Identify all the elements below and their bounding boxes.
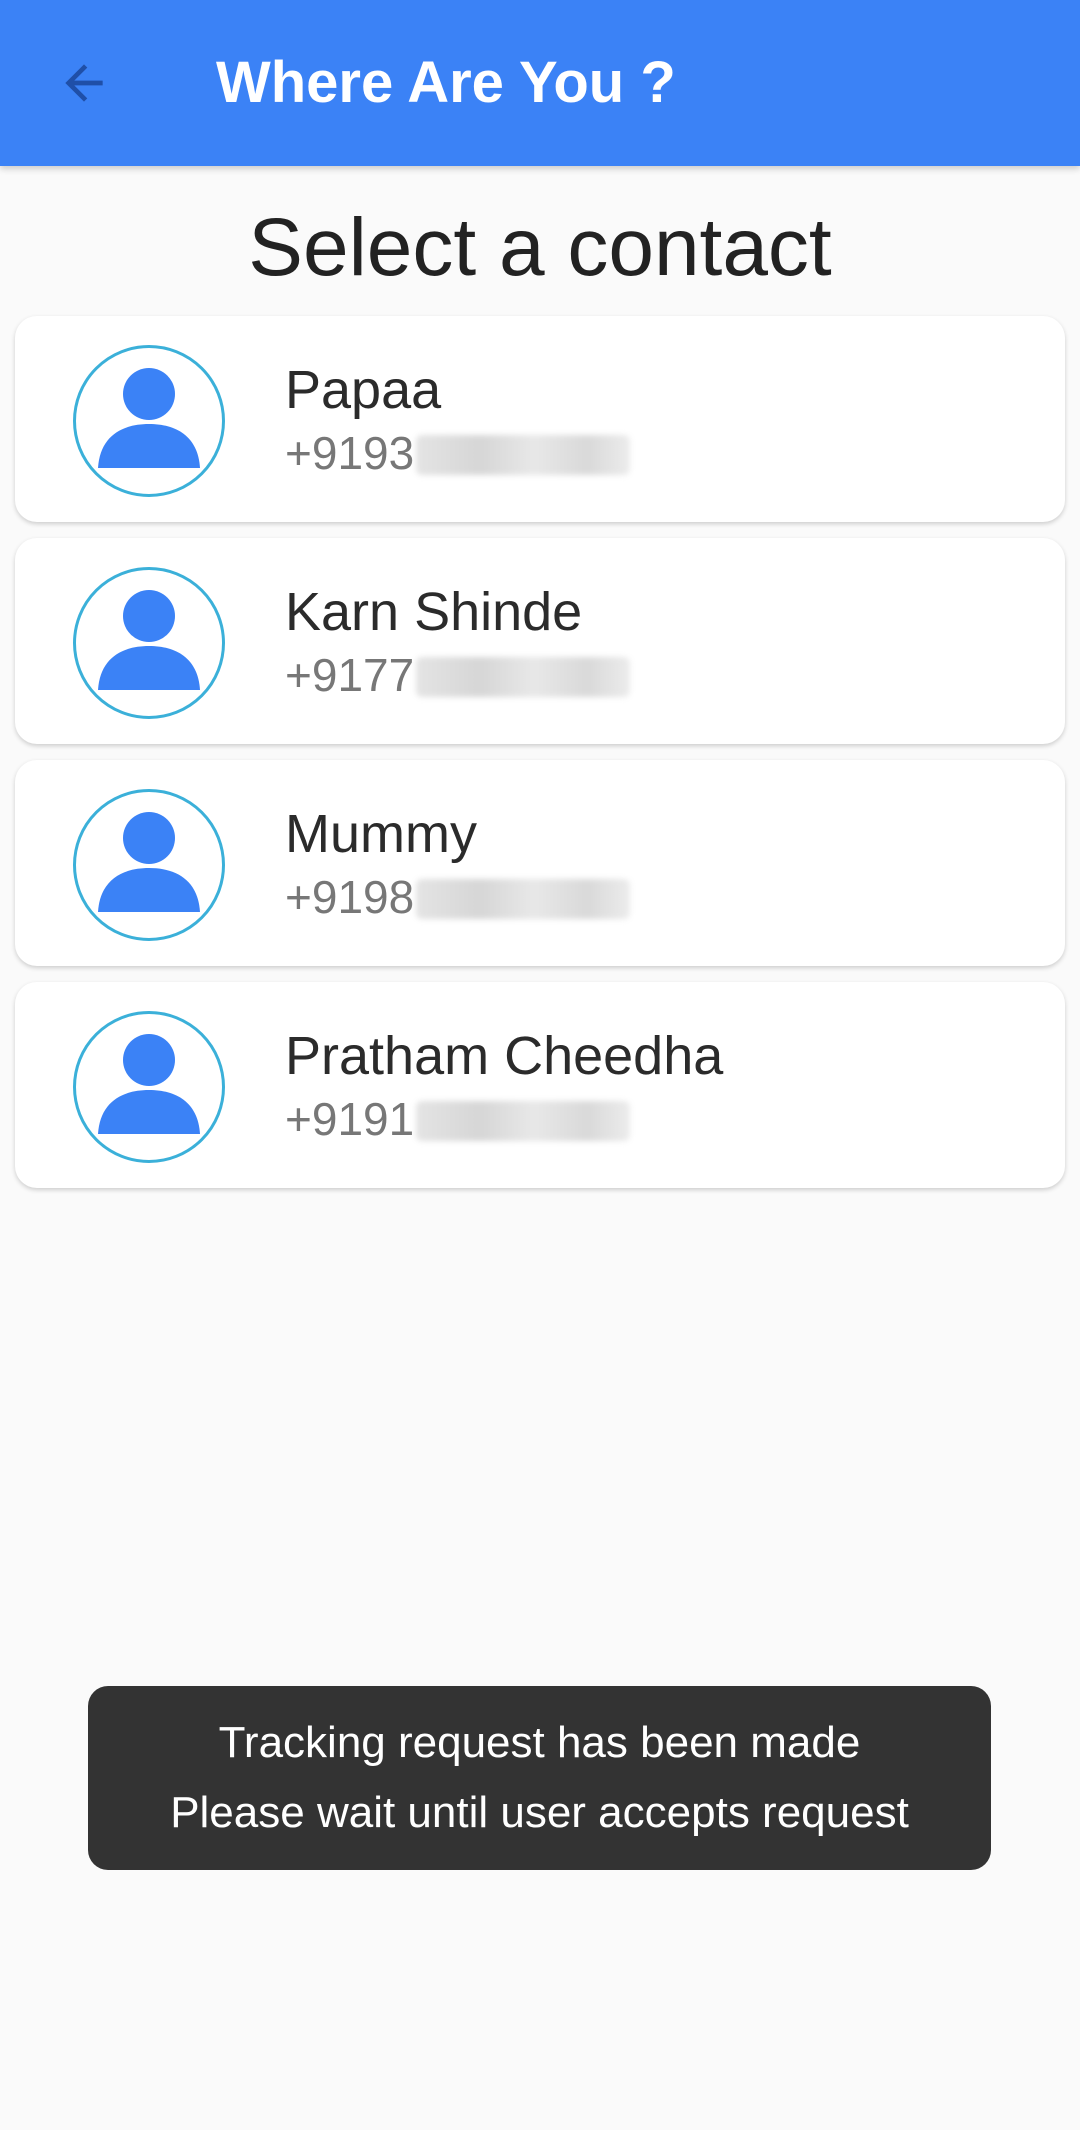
contact-phone-prefix: +9193 [285, 427, 415, 479]
contact-name: Mummy [285, 804, 477, 864]
toast-line-2: Please wait until user accepts request [170, 1788, 909, 1837]
contact-name: Karn Shinde [285, 582, 583, 642]
contact-phone-prefix: +9198 [285, 871, 415, 923]
contact-card[interactable]: Karn Shinde +9177 [15, 538, 1065, 744]
contact-phone: +9177 [285, 648, 631, 702]
contact-name: Papaa [285, 360, 442, 420]
person-icon [98, 590, 200, 690]
contact-card[interactable]: Pratham Cheedha +9191 [15, 982, 1065, 1188]
contact-name: Pratham Cheedha [285, 1026, 724, 1086]
phone-redaction-blur [416, 435, 631, 475]
contact-list: Papaa +9193 Karn Shinde +9177 Mummy +919… [15, 316, 1065, 1204]
back-button[interactable] [40, 43, 128, 123]
contact-phone: +9193 [285, 426, 631, 480]
avatar [73, 567, 225, 719]
phone-redaction-blur [416, 657, 631, 697]
contact-card[interactable]: Papaa +9193 [15, 316, 1065, 522]
person-icon [98, 812, 200, 912]
page-title: Select a contact [248, 202, 832, 293]
contact-phone: +9191 [285, 1092, 631, 1146]
contact-card[interactable]: Mummy +9198 [15, 760, 1065, 966]
app-title: Where Are You ? [216, 50, 676, 115]
avatar [73, 1011, 225, 1163]
phone-redaction-blur [416, 1101, 631, 1141]
arrow-back-icon [65, 64, 103, 102]
toast-message: Tracking request has been made Please wa… [88, 1686, 991, 1870]
avatar [73, 345, 225, 497]
toast-line-1: Tracking request has been made [218, 1718, 861, 1767]
person-icon [98, 368, 200, 468]
person-icon [98, 1034, 200, 1134]
phone-redaction-blur [416, 879, 631, 919]
contact-phone-prefix: +9177 [285, 649, 415, 701]
avatar [73, 789, 225, 941]
contact-phone-prefix: +9191 [285, 1093, 415, 1145]
contact-phone: +9198 [285, 870, 631, 924]
app-bar: Where Are You ? [0, 0, 1080, 166]
